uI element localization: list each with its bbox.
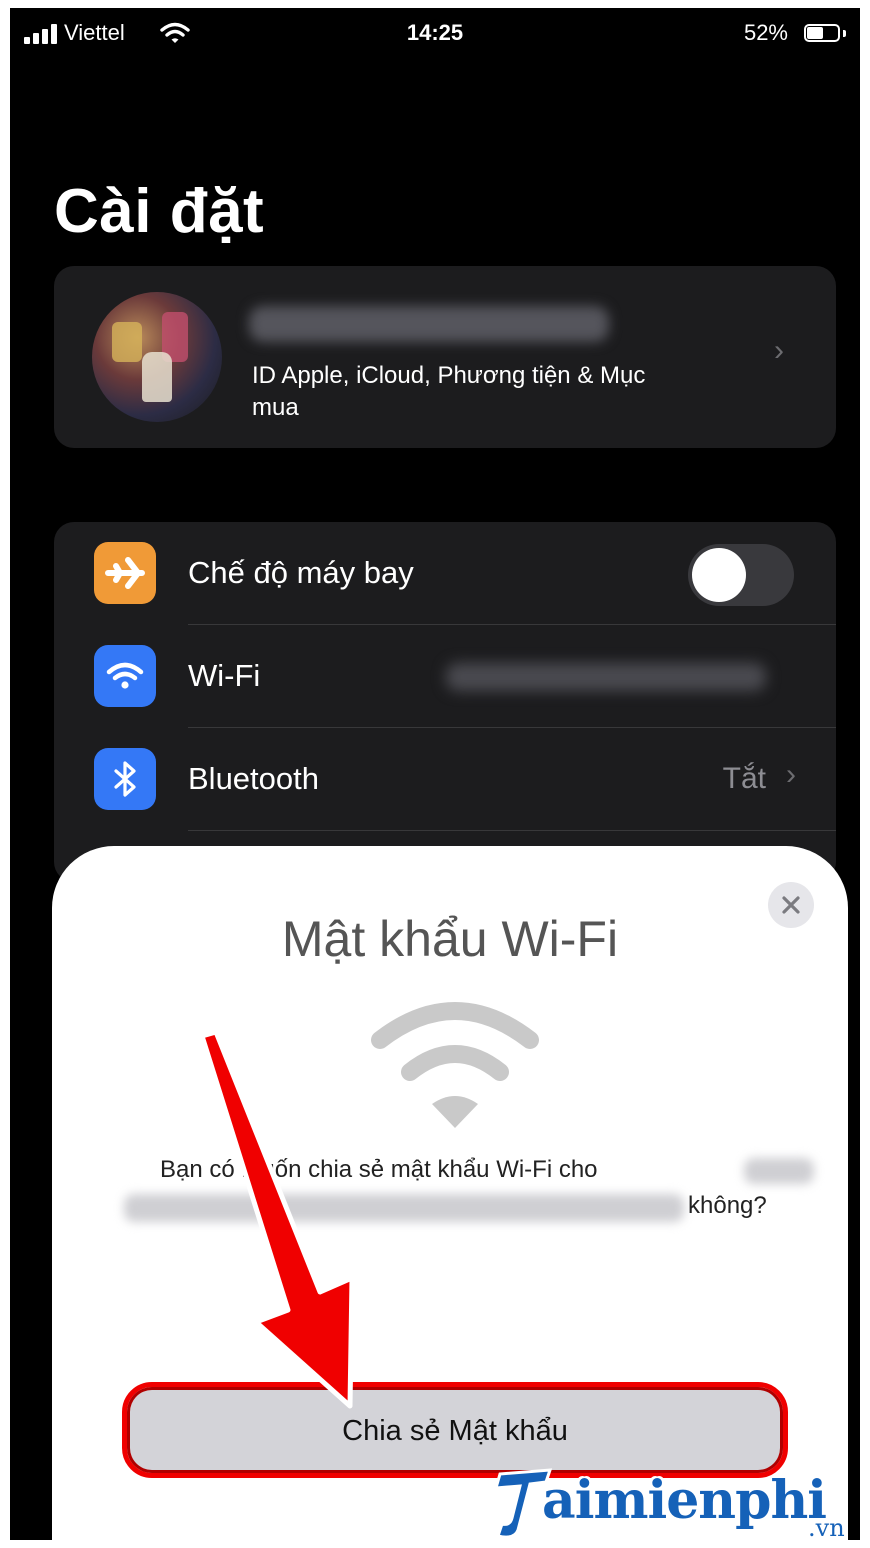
- wifi-password-sheet: Mật khẩu Wi-Fi Bạn có muốn chia sẻ mật k…: [52, 846, 848, 1540]
- airplane-mode-toggle[interactable]: [688, 544, 794, 606]
- airplane-icon: [94, 542, 156, 604]
- bluetooth-label: Bluetooth: [188, 761, 319, 796]
- chevron-right-icon: ›: [786, 758, 796, 791]
- bluetooth-status: Tắt: [722, 762, 766, 795]
- settings-row-airplane-mode[interactable]: Chế độ máy bay: [54, 522, 836, 625]
- red-arrow-annotation: [199, 1030, 355, 1409]
- clock: 14:25: [406, 20, 464, 45]
- account-name-blurred: [249, 306, 609, 342]
- wifi-network-name-blurred: [446, 663, 766, 691]
- bluetooth-icon: [94, 748, 156, 810]
- share-question-end: không?: [688, 1192, 767, 1219]
- settings-row-bluetooth[interactable]: Bluetooth Tắt ›: [54, 728, 836, 831]
- logo-tld: .vn: [808, 1514, 845, 1542]
- settings-row-wifi[interactable]: Wi-Fi: [54, 625, 836, 728]
- apple-id-subtitle: ID Apple, iCloud, Phương tiện & Mục mua: [252, 362, 646, 421]
- battery-icon: [804, 24, 846, 44]
- battery-percent: 52%: [743, 20, 788, 45]
- contact-name-blurred: [744, 1158, 814, 1184]
- sheet-title: Mật khẩu Wi-Fi: [281, 911, 619, 967]
- wifi-large-icon: [371, 1002, 539, 1128]
- phone-screen: Viettel 14:25 52% Cài đặt ID Apple, iClo…: [10, 8, 860, 1540]
- status-bar: Viettel 14:25 52%: [10, 8, 860, 58]
- chevron-right-icon: ›: [774, 334, 784, 367]
- wifi-icon: [94, 645, 156, 707]
- connectivity-settings-group: Chế độ máy bay Wi-Fi Bluetooth Tắt ›: [54, 522, 836, 882]
- logo-word: aimienphi: [542, 1470, 827, 1531]
- airplane-mode-label: Chế độ máy bay: [188, 555, 414, 590]
- taimienphi-logo: aimienphi .vn: [490, 1464, 870, 1548]
- wifi-label: Wi-Fi: [188, 658, 261, 693]
- page-title: Cài đặt: [54, 177, 265, 246]
- avatar: [92, 292, 222, 422]
- apple-id-card[interactable]: ID Apple, iCloud, Phương tiện & Mục mua …: [54, 266, 836, 448]
- share-password-label: Chia sẻ Mật khẩu: [342, 1415, 568, 1447]
